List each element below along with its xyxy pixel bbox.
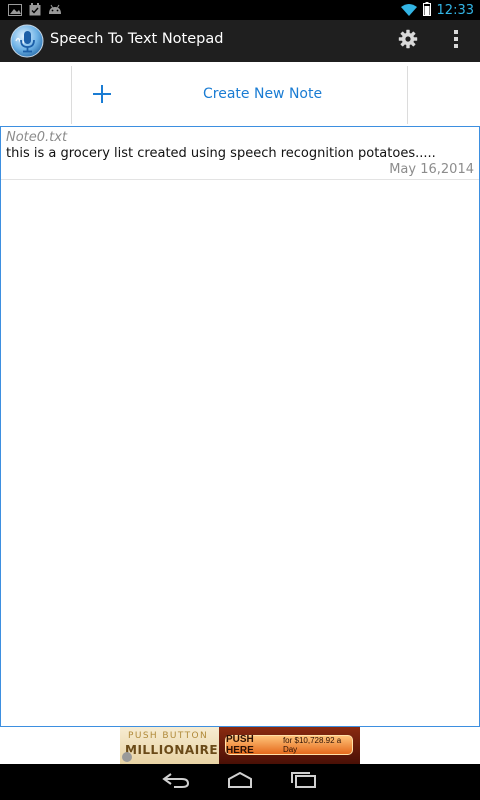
note-date: May 16,2014 — [389, 162, 474, 177]
note-preview: this is a grocery list created using spe… — [6, 146, 436, 161]
notification-icons — [8, 2, 62, 18]
status-time: 12:33 — [436, 2, 474, 18]
android-icon — [48, 1, 62, 20]
microphone-icon[interactable] — [10, 24, 44, 58]
system-icons: 12:33 — [400, 0, 474, 20]
plus-icon — [92, 84, 112, 104]
home-button[interactable] — [226, 771, 254, 792]
recent-apps-icon — [289, 772, 317, 792]
settings-button[interactable] — [392, 26, 424, 56]
screen: 12:33 Speech To Text Notepad Create New … — [0, 0, 480, 800]
ad-push-here-button[interactable]: PUSH HERE for $10,728.92 a Day — [225, 734, 353, 756]
action-bar: Speech To Text Notepad — [0, 20, 480, 62]
ad-banner[interactable]: PUSH BUTTON MILLIONAIRE PUSH HERE for $1… — [120, 727, 360, 764]
notes-list[interactable]: Note0.txt this is a grocery list created… — [0, 126, 480, 727]
battery-icon — [422, 1, 431, 20]
wifi-icon — [400, 1, 417, 20]
ad-line2: MILLIONAIRE — [125, 743, 219, 757]
navigation-bar — [0, 764, 480, 800]
create-note-bar: Create New Note — [0, 62, 480, 126]
back-icon — [162, 772, 190, 792]
ad-button-label: PUSH HERE — [226, 734, 254, 756]
home-icon — [226, 771, 254, 792]
create-new-note-label: Create New Note — [203, 86, 323, 102]
overflow-menu-icon — [453, 29, 459, 53]
overflow-menu-button[interactable] — [444, 26, 468, 56]
create-new-note-button[interactable]: Create New Note — [72, 62, 407, 126]
divider — [407, 66, 408, 124]
ad-line1: PUSH BUTTON — [128, 731, 209, 741]
list-item[interactable]: Note0.txt this is a grocery list created… — [1, 127, 479, 180]
ad-info-icon[interactable] — [122, 752, 132, 762]
image-icon — [8, 1, 22, 20]
calendar-icon — [29, 1, 41, 20]
recent-apps-button[interactable] — [289, 772, 317, 792]
ad-logo[interactable]: PUSH BUTTON MILLIONAIRE — [120, 727, 219, 764]
app-title: Speech To Text Notepad — [50, 31, 224, 47]
ad-cta-area[interactable]: PUSH HERE for $10,728.92 a Day — [219, 727, 360, 764]
settings-icon — [398, 29, 418, 53]
back-button[interactable] — [162, 772, 190, 792]
note-filename: Note0.txt — [6, 130, 68, 145]
status-bar: 12:33 — [0, 0, 480, 20]
ad-button-sublabel: for $10,728.92 a Day — [282, 736, 342, 754]
